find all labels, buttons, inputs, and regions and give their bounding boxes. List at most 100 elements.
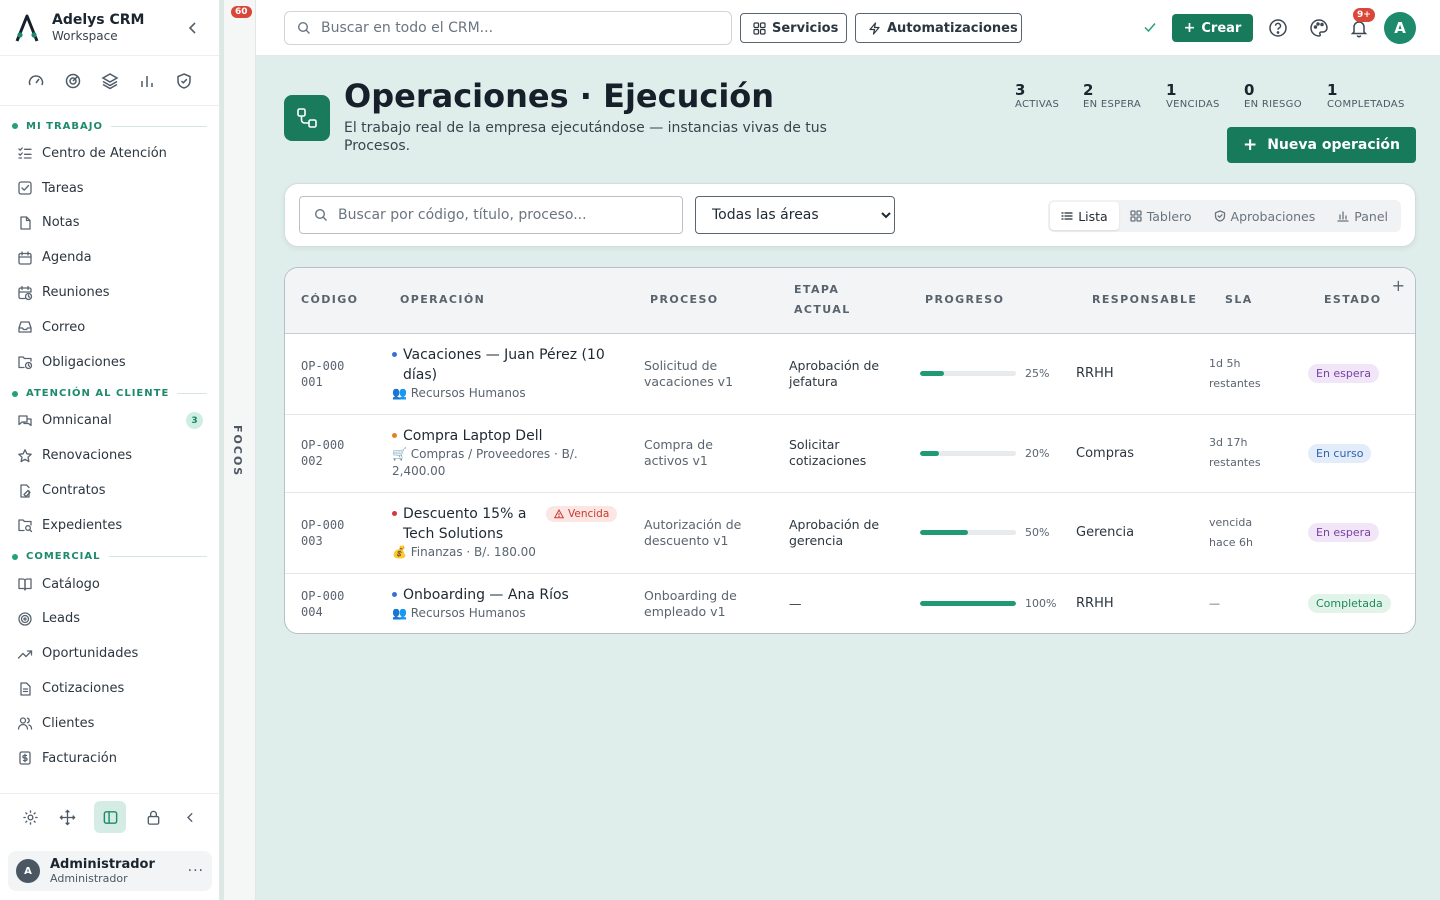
radar-icon[interactable] bbox=[64, 72, 82, 90]
help-icon[interactable] bbox=[1268, 18, 1288, 38]
sidebar-item-facturacion[interactable]: Facturación bbox=[0, 741, 219, 776]
shield-check-icon[interactable] bbox=[175, 72, 193, 90]
chat-icon bbox=[17, 413, 33, 429]
column-header[interactable]: OPERACIÓN bbox=[384, 268, 634, 333]
sidebar-item-cotizaciones[interactable]: Cotizaciones bbox=[0, 671, 219, 706]
table-row[interactable]: OP-000002 Compra Laptop Dell 🛒 Compras / P… bbox=[285, 414, 1415, 492]
operation-search-input[interactable] bbox=[338, 207, 668, 223]
warning-icon bbox=[554, 509, 564, 519]
operation-meta: 💰 Finanzas · B/. 180.00 bbox=[392, 545, 536, 559]
operation-title[interactable]: Descuento 15% a Tech Solutions bbox=[403, 504, 538, 544]
lightning-icon bbox=[868, 21, 881, 35]
sidebar-item-correo[interactable]: Correo bbox=[0, 310, 219, 345]
chevron-left-icon[interactable] bbox=[180, 807, 200, 827]
status-badge: En espera bbox=[1308, 364, 1379, 383]
sidebar-item-leads[interactable]: Leads bbox=[0, 602, 219, 637]
view-tab-label: Lista bbox=[1078, 208, 1108, 224]
column-header[interactable]: RESPONSABLE bbox=[1076, 268, 1209, 333]
sidebar-item-agenda[interactable]: Agenda bbox=[0, 240, 219, 275]
sidebar-item-label: Centro de Atención bbox=[42, 145, 167, 161]
cell-code: OP-000002 bbox=[301, 438, 345, 468]
sidebar-item-reuniones[interactable]: Reuniones bbox=[0, 275, 219, 310]
cell-process: Onboarding de empleado v1 bbox=[644, 587, 737, 619]
column-header[interactable]: PROCESO bbox=[634, 268, 778, 333]
folder-clock-icon bbox=[17, 354, 33, 370]
gauge-icon[interactable] bbox=[27, 72, 45, 90]
stat-label: VENCIDAS bbox=[1166, 99, 1220, 110]
sidebar-nav: MI TRABAJO Centro de Atención Tareas Notas A… bbox=[0, 106, 219, 776]
cell-progress: 20% bbox=[909, 414, 1076, 492]
stat-completadas: 1 COMPLETADAS bbox=[1327, 81, 1405, 111]
new-operation-button[interactable]: + Nueva operación bbox=[1227, 127, 1416, 163]
collapse-sidebar-icon[interactable] bbox=[185, 20, 201, 36]
sidebar-item-catalogo[interactable]: Catálogo bbox=[0, 567, 219, 602]
global-search-input[interactable] bbox=[321, 20, 711, 36]
services-label: Servicios bbox=[772, 20, 839, 36]
stat-activas: 3 ACTIVAS bbox=[1015, 81, 1059, 111]
table-row[interactable]: OP-000001 Vacaciones — Juan Pérez (10 día… bbox=[285, 333, 1415, 414]
progress-percent: 100% bbox=[1025, 597, 1057, 611]
sidebar-item-oportunidades[interactable]: Oportunidades bbox=[0, 636, 219, 671]
layers-icon[interactable] bbox=[100, 72, 119, 90]
global-search[interactable] bbox=[284, 11, 732, 45]
top-avatar[interactable]: A bbox=[1384, 12, 1416, 44]
section-dot bbox=[12, 553, 18, 560]
view-tab-tablero[interactable]: Tablero bbox=[1119, 202, 1203, 230]
column-header[interactable]: SLA bbox=[1209, 268, 1308, 333]
view-tab-lista[interactable]: Lista bbox=[1050, 202, 1119, 230]
view-tab-panel[interactable]: Panel bbox=[1326, 202, 1399, 230]
cell-status: En espera bbox=[1308, 333, 1415, 414]
cell-sla: vencida hace 6h bbox=[1209, 515, 1253, 549]
cell-sla: 1d 5h restantes bbox=[1209, 356, 1261, 390]
star-icon bbox=[17, 448, 33, 464]
bar-chart-icon[interactable] bbox=[138, 72, 156, 90]
services-button[interactable]: Servicios bbox=[740, 13, 847, 43]
create-button[interactable]: + Crear bbox=[1172, 14, 1253, 42]
file-signature-icon bbox=[17, 483, 33, 499]
settings-gear-icon[interactable] bbox=[20, 807, 40, 827]
move-icon[interactable] bbox=[57, 807, 77, 827]
grid-icon bbox=[753, 21, 766, 35]
operation-search[interactable] bbox=[299, 196, 683, 234]
grid-icon bbox=[1130, 210, 1142, 222]
area-select[interactable]: Todas las áreas bbox=[695, 196, 895, 234]
sidebar-item-centro-de-atencion[interactable]: Centro de Atención bbox=[0, 136, 219, 171]
sidebar-item-clientes[interactable]: Clientes bbox=[0, 706, 219, 741]
sidebar-item-label: Leads bbox=[42, 611, 81, 627]
user-card[interactable]: A Administrador Administrador ··· bbox=[8, 851, 212, 891]
cell-owner: RRHH bbox=[1076, 366, 1114, 381]
sidebar-item-tareas[interactable]: Tareas bbox=[0, 171, 219, 206]
sidebar-item-notas[interactable]: Notas bbox=[0, 206, 219, 241]
table-row[interactable]: OP-000004 Onboarding — Ana Ríos 👥 Recursos… bbox=[285, 573, 1415, 633]
automations-label: Automatizaciones bbox=[887, 20, 1018, 36]
sidebar: Adelys CRM Workspace MI TRABAJO Centro de… bbox=[0, 0, 220, 900]
sidebar-item-omnicanal[interactable]: Omnicanal 3 bbox=[0, 404, 219, 439]
inbox-icon bbox=[17, 319, 33, 335]
operation-title[interactable]: Onboarding — Ana Ríos bbox=[403, 585, 613, 605]
progress-fill bbox=[920, 371, 944, 376]
operation-title[interactable]: Compra Laptop Dell bbox=[403, 426, 613, 446]
sidebar-item-contratos[interactable]: Contratos bbox=[0, 473, 219, 508]
sidebar-item-obligaciones[interactable]: Obligaciones bbox=[0, 345, 219, 380]
user-avatar: A bbox=[16, 859, 40, 883]
column-header[interactable]: ETAPA ACTUAL bbox=[778, 268, 909, 333]
focus-rail[interactable]: 60 FOCOS bbox=[220, 0, 256, 900]
focus-rail-label[interactable]: FOCOS bbox=[231, 425, 244, 477]
table-row[interactable]: OP-000003 Descuento 15% a Tech Solutions V… bbox=[285, 492, 1415, 573]
section-title: ATENCIÓN AL CLIENTE bbox=[0, 384, 219, 404]
section-divider bbox=[177, 393, 207, 395]
palette-icon[interactable] bbox=[1309, 18, 1329, 38]
sidebar-item-renovaciones[interactable]: Renovaciones bbox=[0, 438, 219, 473]
column-header[interactable]: CÓDIGO bbox=[285, 268, 384, 333]
panel-layout-icon[interactable] bbox=[94, 801, 126, 833]
operation-title[interactable]: Vacaciones — Juan Pérez (10 días) bbox=[403, 345, 613, 385]
sidebar-item-expedientes[interactable]: Expedientes bbox=[0, 508, 219, 543]
cell-stage: Aprobación de gerencia bbox=[789, 516, 880, 548]
stat-value: 3 bbox=[1015, 81, 1026, 99]
more-options-icon[interactable]: ··· bbox=[188, 863, 204, 879]
lock-icon[interactable] bbox=[143, 807, 163, 827]
automations-button[interactable]: Automatizaciones bbox=[855, 13, 1022, 43]
column-header[interactable]: PROGRESO bbox=[909, 268, 1076, 333]
add-column-icon[interactable]: + bbox=[1392, 276, 1405, 295]
view-tab-aprobaciones[interactable]: Aprobaciones bbox=[1203, 202, 1327, 230]
